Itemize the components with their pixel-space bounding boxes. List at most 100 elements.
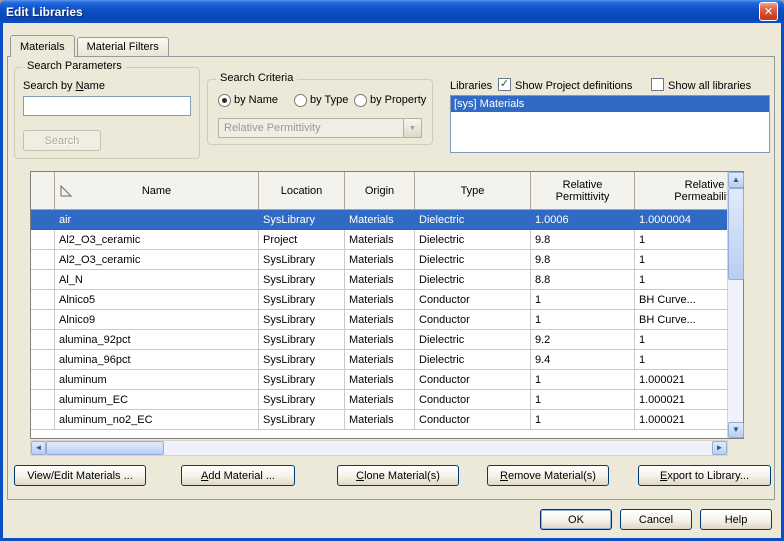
cell-location: SysLibrary <box>259 350 345 370</box>
cell-location: SysLibrary <box>259 210 345 230</box>
header-origin[interactable]: Origin <box>345 172 415 210</box>
titlebar[interactable]: Edit Libraries ✕ <box>0 0 784 23</box>
add-material-button[interactable]: Add Material ... <box>181 465 295 486</box>
cell-origin: Materials <box>345 370 415 390</box>
row-selector-cell[interactable] <box>31 250 55 270</box>
arrow-right-icon: ► <box>716 444 724 452</box>
cell-type: Dielectric <box>415 270 531 290</box>
cell-rel-permittivity: 1 <box>531 370 635 390</box>
table-row[interactable]: Al_N SysLibrary Materials Dielectric 8.8… <box>31 270 727 290</box>
row-selector-cell[interactable] <box>31 230 55 250</box>
cell-origin: Materials <box>345 210 415 230</box>
cell-type: Dielectric <box>415 330 531 350</box>
table-row[interactable]: Alnico5 SysLibrary Materials Conductor 1… <box>31 290 727 310</box>
table-row[interactable]: alumina_92pct SysLibrary Materials Diele… <box>31 330 727 350</box>
cell-origin: Materials <box>345 290 415 310</box>
cell-name: aluminum_EC <box>55 390 259 410</box>
cell-origin: Materials <box>345 410 415 430</box>
row-selector-cell[interactable] <box>31 410 55 430</box>
search-name-input[interactable] <box>23 96 191 116</box>
scroll-left-button[interactable]: ◄ <box>31 441 46 455</box>
cell-type: Conductor <box>415 370 531 390</box>
ok-button[interactable]: OK <box>540 509 612 530</box>
cell-rel-permeability: 1.0000004 <box>635 210 727 230</box>
property-combobox-value: Relative Permittivity <box>219 122 403 134</box>
header-location[interactable]: Location <box>259 172 345 210</box>
header-relative-permeability[interactable]: RelativePermeability <box>635 172 727 210</box>
table-row[interactable]: Al2_O3_ceramic Project Materials Dielect… <box>31 230 727 250</box>
tab-material-filters[interactable]: Material Filters <box>77 37 169 56</box>
table-row[interactable]: aluminum SysLibrary Materials Conductor … <box>31 370 727 390</box>
row-selector-cell[interactable] <box>31 270 55 290</box>
cell-name: alumina_92pct <box>55 330 259 350</box>
cell-location: SysLibrary <box>259 370 345 390</box>
vertical-scrollbar[interactable]: ▲ ▼ <box>727 172 743 438</box>
radio-by-type[interactable] <box>294 94 307 107</box>
cell-rel-permittivity: 1 <box>531 310 635 330</box>
radio-by-name-label: by Name <box>234 94 278 106</box>
cell-rel-permeability: BH Curve... <box>635 290 727 310</box>
cell-rel-permeability: BH Curve... <box>635 310 727 330</box>
cancel-button[interactable]: Cancel <box>620 509 692 530</box>
radio-by-name[interactable] <box>218 94 231 107</box>
help-button[interactable]: Help <box>700 509 772 530</box>
horizontal-scroll-thumb[interactable] <box>46 441 164 455</box>
view-edit-materials-button[interactable]: View/Edit Materials ... <box>14 465 146 486</box>
cell-name: Al2_O3_ceramic <box>55 250 259 270</box>
tab-materials[interactable]: Materials <box>10 35 75 57</box>
library-list-item[interactable]: [sys] Materials <box>451 96 769 112</box>
row-selector-cell[interactable] <box>31 370 55 390</box>
export-to-library-button[interactable]: Export to Library... <box>638 465 771 486</box>
cell-origin: Materials <box>345 310 415 330</box>
header-relative-permittivity[interactable]: RelativePermittivity <box>531 172 635 210</box>
cell-origin: Materials <box>345 270 415 290</box>
row-selector-cell[interactable] <box>31 290 55 310</box>
cell-name: air <box>55 210 259 230</box>
cell-rel-permittivity: 9.8 <box>531 230 635 250</box>
cell-type: Conductor <box>415 390 531 410</box>
table-row[interactable]: Al2_O3_ceramic SysLibrary Materials Diel… <box>31 250 727 270</box>
cell-location: Project <box>259 230 345 250</box>
cell-rel-permeability: 1 <box>635 230 727 250</box>
property-combobox: Relative Permittivity ▼ <box>218 118 422 138</box>
table-row[interactable]: Alnico9 SysLibrary Materials Conductor 1… <box>31 310 727 330</box>
row-selector-cell[interactable] <box>31 310 55 330</box>
cell-type: Conductor <box>415 410 531 430</box>
table-row[interactable]: aluminum_EC SysLibrary Materials Conduct… <box>31 390 727 410</box>
radio-dot <box>222 98 227 103</box>
scroll-up-button[interactable]: ▲ <box>728 172 744 188</box>
show-project-definitions-label: Show Project definitions <box>515 80 632 92</box>
header-selector-column <box>31 172 55 210</box>
remove-material-button[interactable]: Remove Material(s) <box>487 465 609 486</box>
row-selector-cell[interactable] <box>31 390 55 410</box>
search-button: Search <box>23 130 101 151</box>
clone-material-button[interactable]: Clone Material(s) <box>337 465 459 486</box>
search-criteria-group-label: Search Criteria <box>216 72 297 84</box>
header-type[interactable]: Type <box>415 172 531 210</box>
cell-location: SysLibrary <box>259 310 345 330</box>
horizontal-scrollbar[interactable]: ◄ ► <box>30 440 728 456</box>
table-row[interactable]: air SysLibrary Materials Dielectric 1.00… <box>31 210 727 230</box>
scroll-right-button[interactable]: ► <box>712 441 727 455</box>
scroll-down-button[interactable]: ▼ <box>728 422 744 438</box>
close-icon: ✕ <box>764 5 773 18</box>
close-button[interactable]: ✕ <box>759 2 778 21</box>
table-row[interactable]: alumina_96pct SysLibrary Materials Diele… <box>31 350 727 370</box>
vertical-scroll-thumb[interactable] <box>728 188 744 280</box>
show-project-definitions-checkbox[interactable]: ✓ <box>498 78 511 91</box>
arrow-down-icon: ▼ <box>732 426 740 434</box>
cell-rel-permittivity: 1 <box>531 410 635 430</box>
row-selector-cell[interactable] <box>31 210 55 230</box>
cell-rel-permeability: 1.000021 <box>635 370 727 390</box>
table-row[interactable]: aluminum_no2_EC SysLibrary Materials Con… <box>31 410 727 430</box>
search-by-name-label: Search by Name <box>23 80 105 92</box>
cell-location: SysLibrary <box>259 330 345 350</box>
libraries-listbox[interactable]: [sys] Materials <box>450 95 770 153</box>
cell-location: SysLibrary <box>259 410 345 430</box>
header-name[interactable]: Name <box>55 172 259 210</box>
radio-by-property[interactable] <box>354 94 367 107</box>
row-selector-cell[interactable] <box>31 330 55 350</box>
show-all-libraries-checkbox[interactable] <box>651 78 664 91</box>
row-selector-cell[interactable] <box>31 350 55 370</box>
radio-by-property-label: by Property <box>370 94 426 106</box>
